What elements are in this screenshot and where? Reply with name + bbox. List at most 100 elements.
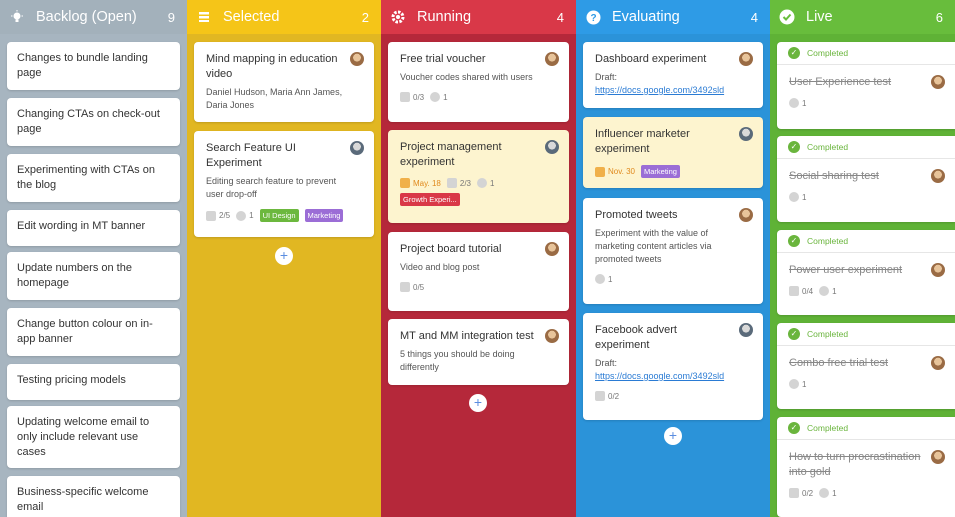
card-title: Search Feature UI Experiment [206,142,296,169]
avatar[interactable] [350,141,364,155]
avatar[interactable] [739,52,753,66]
column-selected: Selected 2 Mind mapping in education vid… [187,0,381,517]
card[interactable]: Facebook advert experiment Draft: https:… [583,313,763,420]
status-label: Completed [807,236,849,246]
card[interactable]: Business-specific welcome email [7,476,180,517]
card[interactable]: Dashboard experiment Draft: https://docs… [583,42,763,108]
checklist-icon [789,286,799,296]
checklist-count: 2/3 [459,178,471,188]
tag-marketing[interactable]: Marketing [304,209,344,222]
avatar[interactable] [350,52,364,66]
card[interactable]: ✓ Completed User Experience test 1 [777,42,955,129]
card-title: Promoted tweets [595,209,678,221]
column-running: Running 4 Free trial voucher Voucher cod… [381,0,576,517]
avatar[interactable] [545,242,559,256]
card[interactable]: Mind mapping in education video Daniel H… [194,42,374,122]
card-title: How to turn procrastination into gold [789,451,921,478]
avatar[interactable] [739,323,753,337]
card-title: Facebook advert experiment [595,324,677,351]
avatar[interactable] [931,450,945,464]
card-title: Power user experiment [789,264,903,276]
card[interactable]: ✓ Completed Combo free trial test 1 [777,323,955,409]
card[interactable]: Update numbers on the homepage [7,252,180,300]
column-title: Backlog (Open) [36,9,137,25]
calendar-icon [595,166,605,177]
tag-marketing[interactable]: Marketing [640,165,680,178]
avatar[interactable] [739,208,753,222]
card[interactable]: Changes to bundle landing page [7,42,180,90]
avatar[interactable] [739,127,753,141]
card[interactable]: Influencer marketer experiment Nov. 30 M… [583,117,763,188]
card[interactable]: Project management experiment May. 18 2/… [388,130,569,223]
card[interactable]: Testing pricing models [7,364,180,400]
card[interactable]: Edit wording in MT banner [7,210,180,246]
card[interactable]: ✓ Completed Social sharing test 1 [777,136,955,222]
card[interactable]: Promoted tweets Experiment with the valu… [583,198,763,304]
column-count: 2 [361,9,369,25]
check-icon: ✓ [788,141,800,153]
card-title: Combo free trial test [789,357,889,369]
card[interactable]: Free trial voucher Voucher codes shared … [388,42,569,122]
tag-ui-design[interactable]: UI Design [259,209,299,222]
check-icon: ✓ [788,422,800,434]
checklist-icon [446,178,457,188]
add-card-button[interactable]: + [469,394,487,412]
doc-link[interactable]: https://docs.google.com/3492sld [595,84,751,97]
card-title: Update numbers on the homepage [17,262,132,289]
checklist-count: 0/4 [802,286,814,296]
card-title: Free trial voucher [400,53,486,65]
card-description: Editing search feature to prevent user d… [206,176,337,199]
bulb-icon [8,8,26,26]
card-title: Edit wording in MT banner [17,220,146,232]
column-header[interactable]: Live 6 [770,0,955,34]
status-label: Completed [807,329,849,339]
card-title: MT and MM integration test [400,330,534,342]
attachment-icon [789,98,799,108]
add-card-button[interactable]: + [275,247,293,265]
card[interactable]: Change button colour on in-app banner [7,308,180,356]
avatar[interactable] [931,169,945,183]
column-header[interactable]: Selected 2 [187,0,381,34]
due-date: May. 18 [413,178,441,188]
avatar[interactable] [545,52,559,66]
check-icon: ✓ [788,328,800,340]
checklist-count: 0/2 [608,391,620,401]
check-circle-icon [778,8,796,26]
card[interactable]: Updating welcome email to only include r… [7,406,180,468]
avatar[interactable] [931,263,945,277]
column-header[interactable]: ? Evaluating 4 [576,0,770,34]
column-title: Evaluating [612,9,680,25]
avatar[interactable] [931,75,945,89]
column-header[interactable]: Backlog (Open) 9 [0,0,187,34]
card-description: Daniel Hudson, Maria Ann James, Daria Jo… [206,87,343,110]
avatar[interactable] [545,329,559,343]
card-title: User Experience test [789,76,892,88]
add-card-button[interactable]: + [664,427,682,445]
card-title: Mind mapping in education video [206,53,338,80]
column-count: 9 [167,9,175,25]
avatar[interactable] [931,356,945,370]
card[interactable]: ✓ Completed Power user experiment 0/4 1 [777,230,955,315]
checklist-icon [595,391,605,401]
card[interactable]: ✓ Completed How to turn procrastination i… [777,417,955,517]
tag-growth-experiment[interactable]: Growth Experi... [400,193,460,206]
column-header[interactable]: Running 4 [381,0,576,34]
checklist-icon [400,282,410,292]
card[interactable]: Project board tutorial Video and blog po… [388,232,569,311]
attachment-count: 1 [802,98,807,108]
comment-count: 1 [490,178,495,188]
card-title: Business-specific welcome email [17,486,149,513]
card[interactable]: Experimenting with CTAs on the blog [7,154,180,202]
doc-link[interactable]: https://docs.google.com/3492sld [595,370,751,383]
card[interactable]: MT and MM integration test 5 things you … [388,319,569,385]
card-title: Changing CTAs on check-out page [17,108,160,135]
avatar[interactable] [545,140,559,154]
card-title: Dashboard experiment [595,53,707,65]
card[interactable]: Search Feature UI Experiment Editing sea… [194,131,374,237]
svg-text:?: ? [590,13,596,24]
checklist-count: 0/5 [413,282,425,292]
card-description: Draft: [595,72,618,82]
column-live: Live 6 ✓ Completed User Experience test 1… [770,0,955,517]
card[interactable]: Changing CTAs on check-out page [7,98,180,146]
check-icon: ✓ [788,47,800,59]
